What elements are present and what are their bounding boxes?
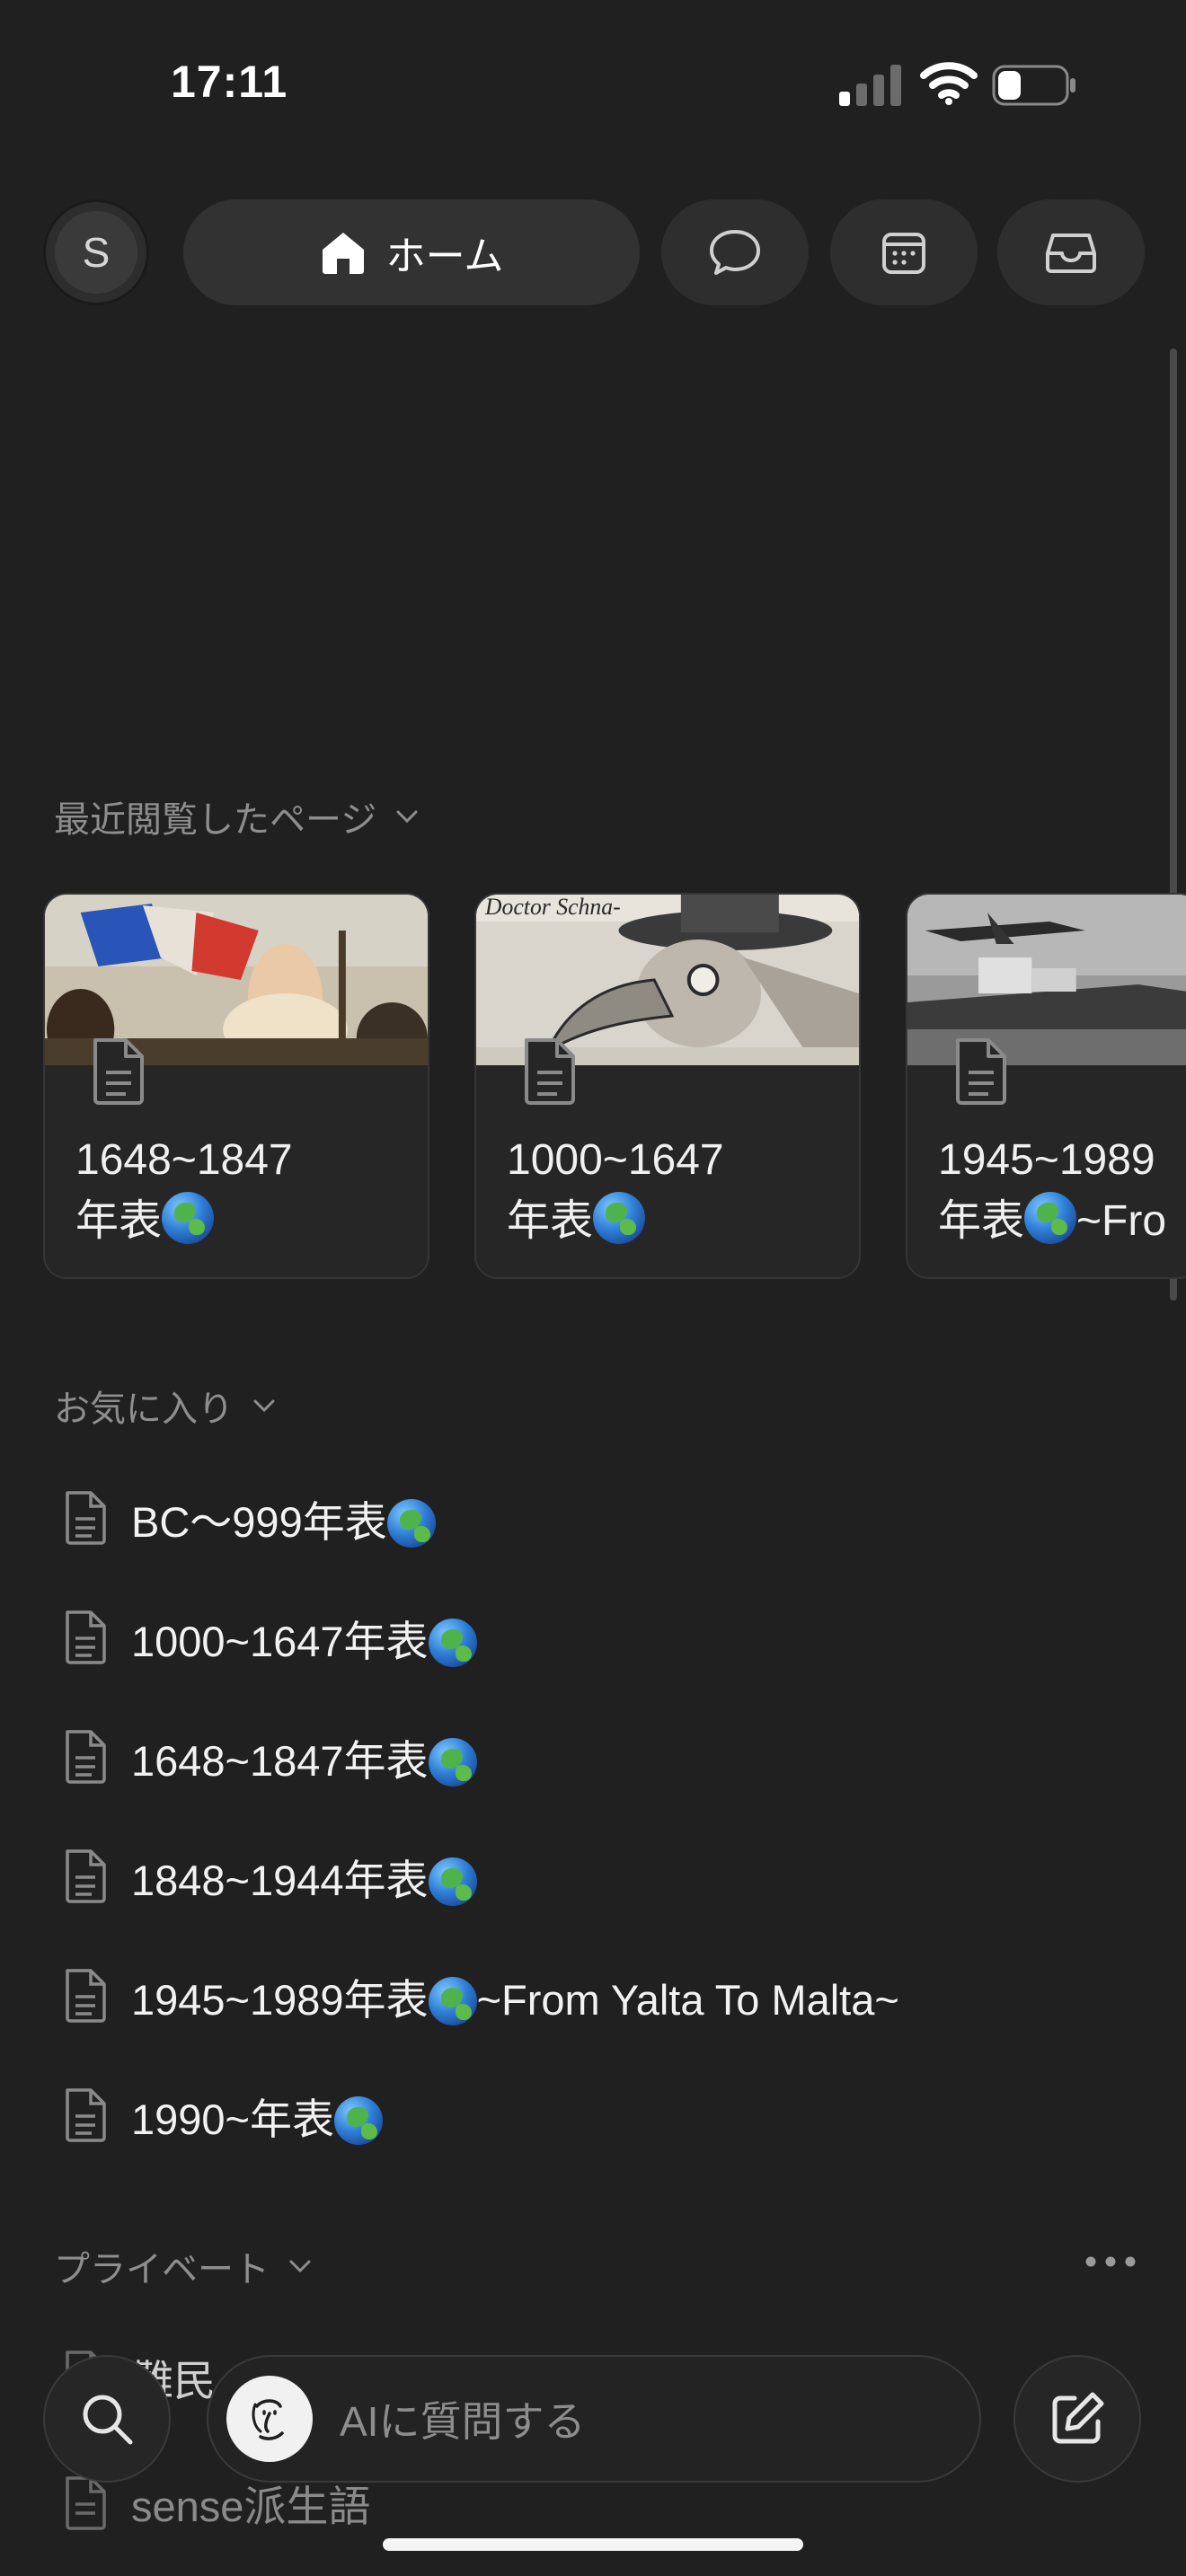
favorite-item[interactable]: BC～999年表: [63, 1482, 436, 1554]
page-icon: [66, 1730, 106, 1784]
private-section-header[interactable]: プライベート: [54, 2240, 313, 2292]
globe-emoji-icon: [334, 2095, 384, 2145]
tab-home[interactable]: ホーム: [183, 199, 640, 305]
page-icon: [956, 1038, 1006, 1105]
ask-ai-input[interactable]: AIに質問する: [207, 2355, 981, 2483]
tab-home-label: ホーム: [385, 234, 504, 278]
home-indicator: [383, 2538, 803, 2551]
favorites-section-header[interactable]: お気に入り: [54, 1380, 277, 1432]
favorite-item[interactable]: 1000~1647年表: [63, 1601, 477, 1673]
page-icon: [66, 1849, 106, 1903]
chat-bubble-icon: [710, 230, 760, 275]
tab-calendar[interactable]: [830, 199, 978, 305]
chevron-down-icon: [253, 1399, 275, 1413]
recent-header-label: 最近閲覧したページ: [54, 800, 377, 840]
favorite-item[interactable]: 1648~1847年表: [63, 1721, 477, 1793]
recent-card-title: 1945~1989 年表 ~Fro: [938, 1136, 1167, 1245]
favorites-header-label: お気に入り: [54, 1389, 234, 1429]
favorite-item[interactable]: 1990~年表: [63, 2079, 384, 2151]
ask-ai-placeholder: AIに質問する: [340, 2398, 586, 2445]
more-options-icon[interactable]: [1082, 2245, 1139, 2278]
ai-face-icon: [226, 2376, 313, 2462]
page-icon: [66, 2475, 106, 2530]
wifi-icon: [920, 62, 978, 105]
page-icon: [525, 1038, 575, 1105]
tab-chat[interactable]: [661, 199, 809, 305]
globe-emoji-icon: [428, 1857, 477, 1906]
svg-text:Doctor Schna-: Doctor Schna-: [484, 895, 621, 920]
inbox-icon: [1046, 234, 1096, 273]
battery-icon: [992, 65, 1075, 106]
page-icon: [66, 1491, 106, 1545]
search-button[interactable]: [43, 2355, 171, 2483]
recent-card-1945-1989[interactable]: 1945~1989 年表 ~Fro: [906, 893, 1186, 1279]
globe-emoji-icon: [162, 1192, 215, 1244]
chevron-down-icon: [289, 2260, 311, 2273]
recent-card-1000-1647[interactable]: Doctor Schna- 1000~1647 年表: [474, 893, 861, 1279]
globe-emoji-icon: [593, 1192, 646, 1244]
cellular-signal-icon: [839, 65, 901, 106]
page-icon: [66, 1610, 106, 1664]
chevron-down-icon: [396, 810, 418, 824]
globe-emoji-icon: [386, 1498, 436, 1548]
cover-image-bw-ship-airplane: [907, 895, 1186, 1065]
recent-card-1648-1847[interactable]: 1648~1847 年表: [43, 893, 429, 1279]
globe-emoji-icon: [428, 1618, 477, 1667]
favorite-item[interactable]: 1945~1989年表 ~From Yalta To Malta~: [63, 1960, 899, 2032]
favorite-item[interactable]: 1848~1944年表: [63, 1840, 477, 1912]
new-page-button[interactable]: [1013, 2355, 1141, 2483]
page-icon: [66, 1969, 106, 2023]
recent-card-title: 1000~1647 年表: [507, 1136, 724, 1245]
status-time: 17:11: [171, 57, 288, 107]
compose-icon: [1052, 2392, 1104, 2444]
home-icon: [322, 233, 364, 274]
page-icon: [66, 2088, 106, 2142]
private-header-label: プライベート: [54, 2250, 270, 2289]
search-icon: [83, 2395, 133, 2445]
recent-section-header[interactable]: 最近閲覧したページ: [54, 790, 420, 842]
avatar-letter: S: [55, 211, 137, 294]
globe-emoji-icon: [428, 1737, 477, 1786]
tab-inbox[interactable]: [997, 199, 1145, 305]
globe-emoji-icon: [1024, 1192, 1077, 1244]
page-icon: [93, 1038, 144, 1105]
calendar-icon: [882, 233, 925, 274]
workspace-avatar-button[interactable]: S: [43, 199, 149, 305]
recent-card-title: 1648~1847 年表: [75, 1136, 293, 1245]
globe-emoji-icon: [428, 1976, 477, 2025]
